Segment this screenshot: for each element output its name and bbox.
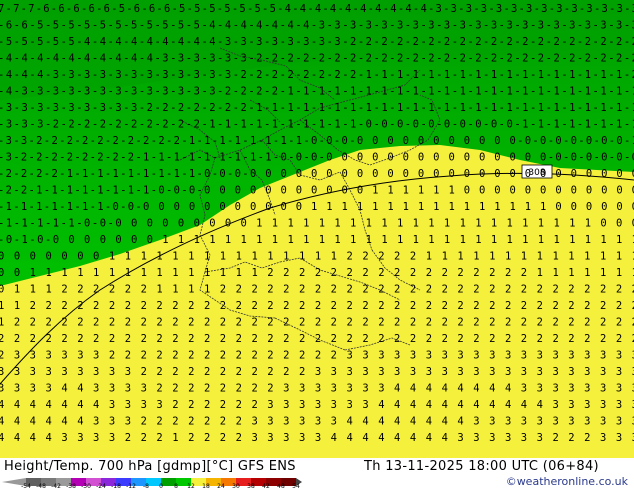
map-datetime: Th 13-11-2025 18:00 UTC (06+84) xyxy=(364,459,599,474)
map-canvas: 308 7-7-7-6-6-6-6-6-5-6-6-6-5-5-5-5-5-5-… xyxy=(0,0,634,458)
grid-row: 0 0 0 0 0 0 0 1 1 1 1 1 1 1 1 1 1 1 1 1 … xyxy=(0,251,634,263)
grid-row: -4-4-4-4-4-4-4-4-4-4-3-3-3-3-3-3-2-2-2-2… xyxy=(0,53,634,65)
scale-label: -18 xyxy=(111,483,121,490)
grid-row: -6-6-5-5-5-5-5-5-5-5-5-5-5-4-4-4-4-4-4-4… xyxy=(0,20,634,32)
grid-row: 4 4 4 4 4 4 3 3 3 2 2 2 2 2 2 2 3 3 3 3 … xyxy=(0,416,634,428)
grid-row: -5-5-5-5-5-4-4-4-4-4-4-4-4-4-3-3-3-3-3-3… xyxy=(0,36,634,48)
scale-label: -12 xyxy=(126,483,136,490)
grid-row: -3-3-3-2-2-2-2-2-2-2-2-2-2-1-1-1-1-1-1-1… xyxy=(0,119,634,131)
grid-row: 3 3 3 3 4 4 3 3 3 3 2 2 2 2 2 2 2 2 3 3 … xyxy=(0,383,634,395)
grid-row: -3-3-3-3-3-3-3-3-3-2-2-2-2-2-2-2-1-1-1-1… xyxy=(0,102,634,114)
grid-row: 0 0 1 1 1 1 1 1 1 1 1 1 1 1 1 1 1 2 2 2 … xyxy=(0,267,634,279)
color-scale-labels: -54 -48 -42 -38 -30 -24 -18 -12 -8 0 8 12 18 24 30 38 42… xyxy=(21,483,300,490)
scale-label: 12 xyxy=(187,483,195,490)
scale-label: 30 xyxy=(232,483,240,490)
scale-label: 42 xyxy=(262,483,270,490)
grid-row: 1 2 2 2 2 2 2 2 2 2 2 2 2 2 2 2 2 2 2 2 … xyxy=(0,317,634,329)
scale-label: -24 xyxy=(96,483,106,490)
map-title: Height/Temp. 700 hPa [gdmp][°C] GFS ENS xyxy=(4,459,296,474)
scale-label: 24 xyxy=(217,483,225,490)
scale-label: -8 xyxy=(143,483,149,490)
grid-row: -4-4-4-3-3-3-3-3-3-3-3-3-3-3-3-2-2-2-2-2… xyxy=(0,69,634,81)
grid-row: -4-3-3-3-3-3-3-3-3-3-3-3-3-3-2-2-2-2-1-1… xyxy=(0,86,634,98)
scale-label: 0 xyxy=(159,483,163,490)
grid-row: 3 3 3 3 3 3 3 3 3 2 2 2 2 2 2 2 2 2 2 2 … xyxy=(0,366,634,378)
grid-row: 2 3 3 3 3 3 3 2 2 2 2 2 2 2 2 2 2 2 2 2 … xyxy=(0,350,634,362)
map-footer: Height/Temp. 700 hPa [gdmp][°C] GFS ENS … xyxy=(0,458,634,490)
scale-label: 38 xyxy=(247,483,255,490)
grid-row: 4 4 4 4 4 4 4 3 3 3 3 2 2 2 2 2 2 3 3 3 … xyxy=(0,399,634,411)
grid-row: 4 4 4 4 3 3 3 3 2 2 2 1 2 2 2 2 3 3 3 3 … xyxy=(0,432,634,444)
weather-map: 30 8 7-7-7-6-6-6-6-6-5-6-6-6-5-5-5-5-5-5-… xyxy=(0,0,634,490)
grid-row: 0 1 1 1 2 2 2 2 2 2 1 1 1 1 2 2 2 2 2 2 … xyxy=(0,284,634,296)
scale-label: -30 xyxy=(81,483,91,490)
credit-text: ©weatheronline.co.uk xyxy=(505,475,628,488)
grid-row: 2 2 2 2 2 2 2 2 2 2 2 2 2 2 2 2 2 2 2 2 … xyxy=(0,333,634,345)
grid-row: 7-7-7-6-6-6-6-6-5-6-6-6-5-5-5-5-5-5-5-4-… xyxy=(0,3,634,15)
scale-label: 8 xyxy=(174,483,178,490)
scale-label: 54 xyxy=(292,483,300,490)
scale-label: -54 xyxy=(21,483,31,490)
grid-row: 1 1 2 2 2 2 2 2 2 2 2 2 2 2 2 2 2 2 2 2 … xyxy=(0,300,634,312)
grid-row: -0-1-0-0 0 0 0 0 0 0 1 1 1 1 1 1 1 1 1 1… xyxy=(0,234,634,246)
scale-label: -38 xyxy=(66,483,76,490)
scale-label: 18 xyxy=(202,483,210,490)
temperature-grid: 7-7-7-6-6-6-6-6-5-6-6-6-5-5-5-5-5-5-5-4-… xyxy=(0,3,634,444)
scale-label: -42 xyxy=(51,483,61,490)
grid-row: -1-1-1-1-1-0-0-0 0 0 0 0 0 0 0 0 1 1 1 1… xyxy=(0,218,634,230)
scale-label: -48 xyxy=(36,483,46,490)
scale-label: 48 xyxy=(277,483,285,490)
